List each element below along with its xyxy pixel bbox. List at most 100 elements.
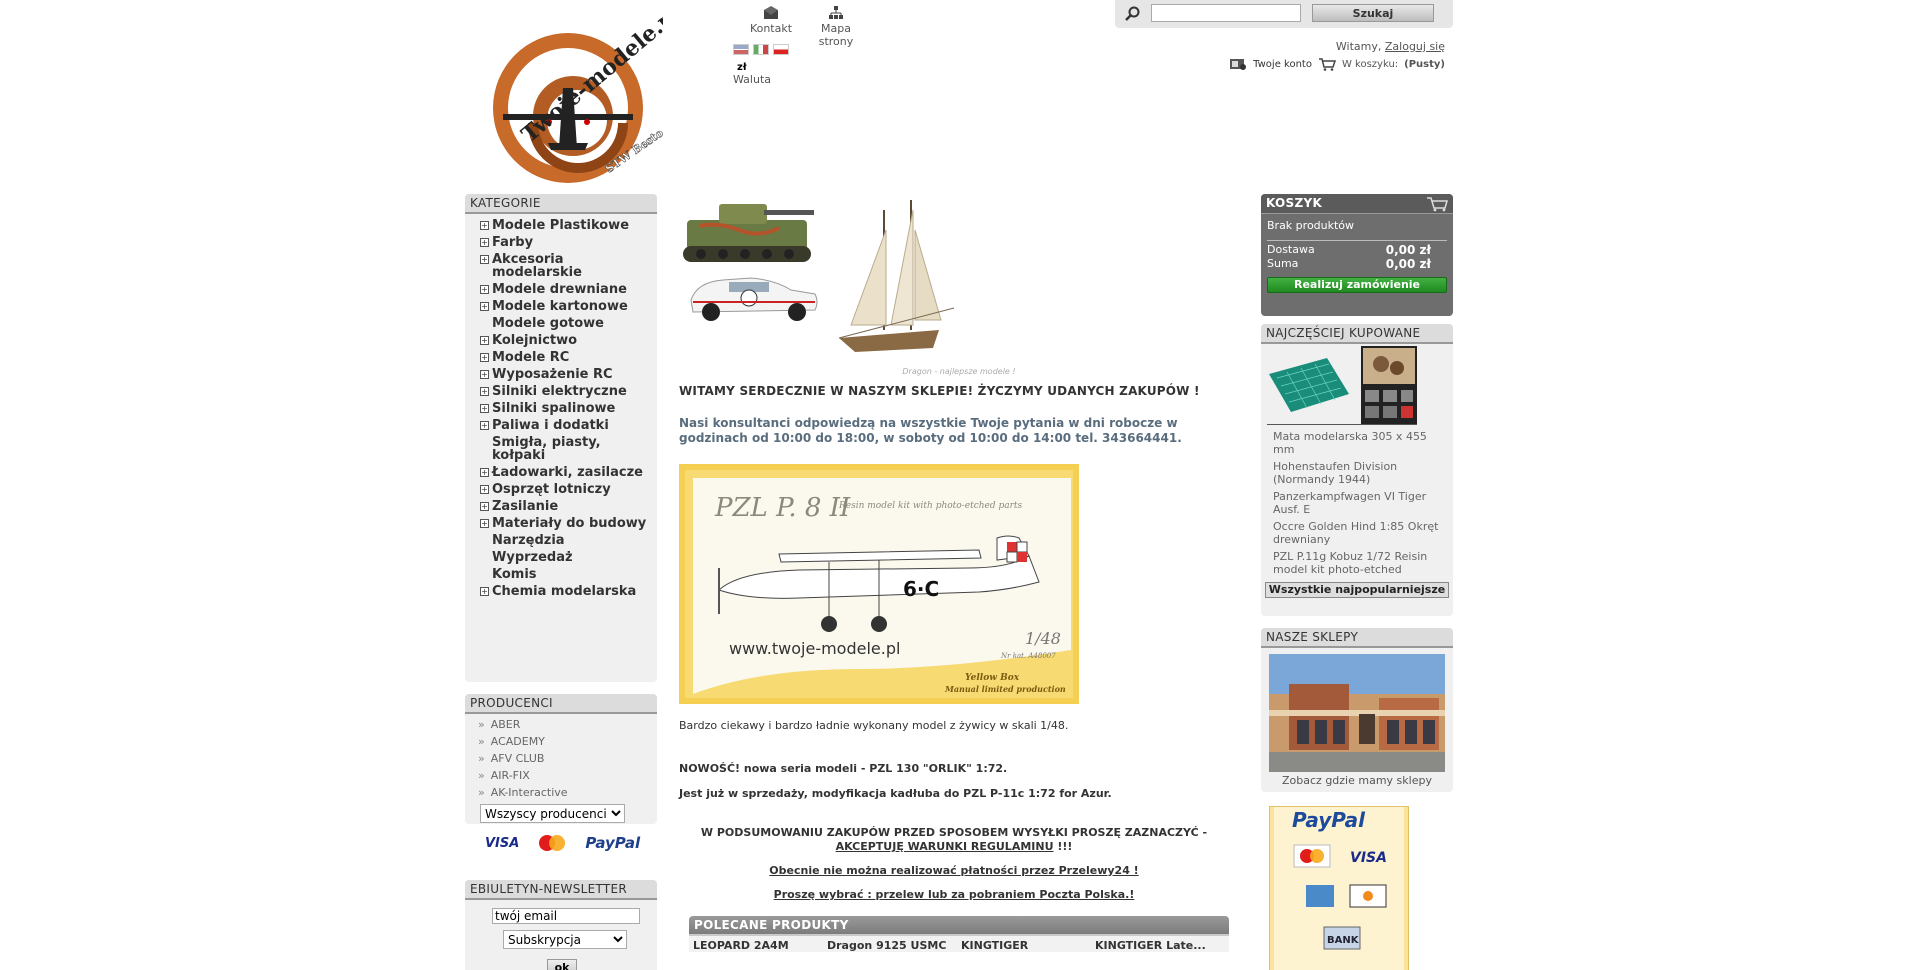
category-item[interactable]: Komis (465, 566, 657, 583)
flag-it-icon[interactable] (753, 44, 769, 55)
cart-icon (1318, 58, 1336, 71)
category-item[interactable]: + Ładowarki, zasilacze (465, 464, 657, 481)
pzl-p8-kit-image[interactable]: PZL P. 8 II Resin model kit with photo-e… (679, 464, 1079, 704)
dragon-banner-image[interactable] (679, 190, 1019, 360)
paypal-badge-logo: PayPal (1292, 808, 1366, 832)
category-item[interactable]: + Wyposażenie RC (465, 366, 657, 383)
producer-link[interactable]: AFV CLUB (465, 751, 657, 768)
category-label: Wyposażenie RC (492, 367, 613, 382)
bestseller-link[interactable]: Mata modelarska 305 x 455 mm (1261, 428, 1453, 458)
expand-plus-icon[interactable]: + (480, 502, 489, 511)
category-item[interactable]: Wyprzedaż (465, 549, 657, 566)
category-item[interactable]: + Farby (465, 234, 657, 251)
producer-link[interactable]: ACADEMY (465, 734, 657, 751)
newsletter-ok-button[interactable]: ok (547, 959, 577, 970)
category-item[interactable]: + Chemia modelarska (465, 583, 657, 600)
category-item[interactable]: + Modele Plastikowe (465, 217, 657, 234)
category-label: Modele drewniane (492, 282, 627, 297)
currency-selector[interactable]: zł Waluta (733, 62, 771, 86)
category-label: Narzędzia (492, 533, 565, 548)
expand-plus-icon[interactable]: + (480, 587, 489, 596)
expand-plus-icon[interactable]: + (480, 519, 489, 528)
page: Twoje-modele.pl STW Besto Kontakt Mapa s… (465, 0, 1453, 970)
cart-box: KOSZYK Brak produktów Dostawa 0,00 zł Su… (1261, 194, 1453, 316)
recommended-product-link[interactable]: LEOPARD 2A4M (693, 939, 827, 952)
category-item[interactable]: + Modele drewniane (465, 281, 657, 298)
recommended-product-link[interactable]: Dragon 9125 USMC (827, 939, 961, 952)
category-item[interactable]: Narzędzia (465, 532, 657, 549)
expand-plus-icon[interactable]: + (480, 387, 489, 396)
producers-box: PRODUCENCI ABERACADEMYAFV CLUBAIR-FIXAK-… (465, 694, 657, 824)
search-input[interactable] (1151, 4, 1301, 22)
expand-plus-icon[interactable]: + (480, 336, 489, 345)
bestseller-link[interactable]: Hohenstaufen Division (Normandy 1944) (1261, 458, 1453, 488)
all-bestsellers-button[interactable]: Wszystkie najpopularniejsze (1265, 582, 1449, 598)
producer-link[interactable]: AK-Interactive (465, 785, 657, 802)
newsletter-email-field[interactable] (492, 908, 640, 924)
category-label: Silniki spalinowe (492, 401, 616, 416)
currency-label: Waluta (733, 73, 771, 86)
envelope-icon (764, 6, 778, 19)
category-item[interactable]: + Modele kartonowe (465, 298, 657, 315)
shipping-label: Dostawa (1267, 243, 1315, 256)
my-account-link[interactable]: Twoje konto (1253, 59, 1312, 70)
paypal-payment-box[interactable]: PayPal VISA BANK (1269, 806, 1409, 970)
store-building-image[interactable] (1269, 654, 1445, 772)
category-item[interactable]: Smigła, piasty, kołpaki (465, 434, 657, 464)
expand-plus-icon[interactable]: + (480, 421, 489, 430)
news-p11c: Jest już w sprzedaży, modyfikacja kadłub… (679, 787, 1112, 800)
category-item[interactable]: + Modele RC (465, 349, 657, 366)
category-label: Farby (492, 235, 534, 250)
category-item[interactable]: Modele gotowe (465, 315, 657, 332)
notices: W PODSUMOWANIU ZAKUPÓW PRZED SPOSOBEM WY… (679, 826, 1229, 902)
flag-en-icon[interactable] (733, 44, 749, 55)
contact-link[interactable]: Kontakt (741, 6, 801, 35)
recommended-product-link[interactable]: KINGTIGER Late... (1095, 939, 1229, 952)
recommended-product-link[interactable]: KINGTIGER (961, 939, 1095, 952)
bestseller-thumbnails (1261, 344, 1453, 426)
expand-plus-icon[interactable]: + (480, 370, 489, 379)
bestseller-link[interactable]: Panzerkampfwagen VI Tiger Ausf. E (1261, 488, 1453, 518)
categories-box: KATEGORIE + Modele Plastikowe + Farby + Akces… (465, 194, 657, 682)
cutting-mat-thumb[interactable] (1267, 354, 1351, 416)
category-item[interactable]: + Osprzęt lotniczy (465, 481, 657, 498)
expand-plus-icon[interactable]: + (480, 302, 489, 311)
category-item[interactable]: + Paliwa i dodatki (465, 417, 657, 434)
producer-link[interactable]: AIR-FIX (465, 768, 657, 785)
category-item[interactable]: + Materiały do budowy (465, 515, 657, 532)
bestseller-link[interactable]: Occre Golden Hind 1:85 Okręt drewniany (1261, 518, 1453, 548)
producer-select[interactable]: Wszyscy producenci (480, 804, 625, 823)
category-item[interactable]: + Kolejnictwo (465, 332, 657, 349)
category-item[interactable]: + Silniki spalinowe (465, 400, 657, 417)
cart-label[interactable]: W koszyku: (1342, 59, 1398, 70)
expand-plus-icon[interactable]: + (480, 238, 489, 247)
expand-plus-icon[interactable]: + (480, 221, 489, 230)
category-item[interactable]: + Silniki elektryczne (465, 383, 657, 400)
stores-caption[interactable]: Zobacz gdzie mamy sklepy (1261, 774, 1453, 787)
expand-plus-icon[interactable]: + (480, 255, 489, 264)
category-label: Kolejnictwo (492, 333, 578, 348)
sitemap-link[interactable]: Mapa strony (806, 6, 866, 48)
search-button[interactable]: Szukaj (1312, 4, 1434, 22)
producer-link[interactable]: ABER (465, 717, 657, 734)
newsletter-subscription-select[interactable]: Subskrypcja (503, 930, 627, 949)
search-bar: Szukaj (1115, 0, 1453, 28)
expand-plus-icon[interactable]: + (480, 468, 489, 477)
accept-terms-link[interactable]: AKCEPTUJĘ WARUNKI REGULAMINU (836, 840, 1054, 853)
total-value: 0,00 zł (1385, 257, 1431, 271)
bestseller-link[interactable]: PZL P.11g Kobuz 1/72 Reisin model kit ph… (1261, 548, 1453, 578)
expand-plus-icon[interactable]: + (480, 485, 489, 494)
cart-status[interactable]: (Pusty) (1404, 59, 1445, 70)
hohenstaufen-thumb[interactable] (1361, 346, 1417, 424)
site-logo[interactable]: Twoje-modele.pl STW Besto (473, 8, 663, 188)
category-item[interactable]: + Akcesoria modelarskie (465, 251, 657, 281)
stores-title: NASZE SKLEPY (1261, 628, 1453, 648)
expand-plus-icon[interactable]: + (480, 285, 489, 294)
login-link[interactable]: Zaloguj się (1385, 40, 1445, 53)
category-item[interactable]: + Zasilanie (465, 498, 657, 515)
checkout-button[interactable]: Realizuj zamówienie (1267, 277, 1447, 293)
flag-pl-icon[interactable] (773, 44, 789, 55)
expand-plus-icon[interactable]: + (480, 404, 489, 413)
expand-plus-icon[interactable]: + (480, 353, 489, 362)
category-label: Silniki elektryczne (492, 384, 627, 399)
